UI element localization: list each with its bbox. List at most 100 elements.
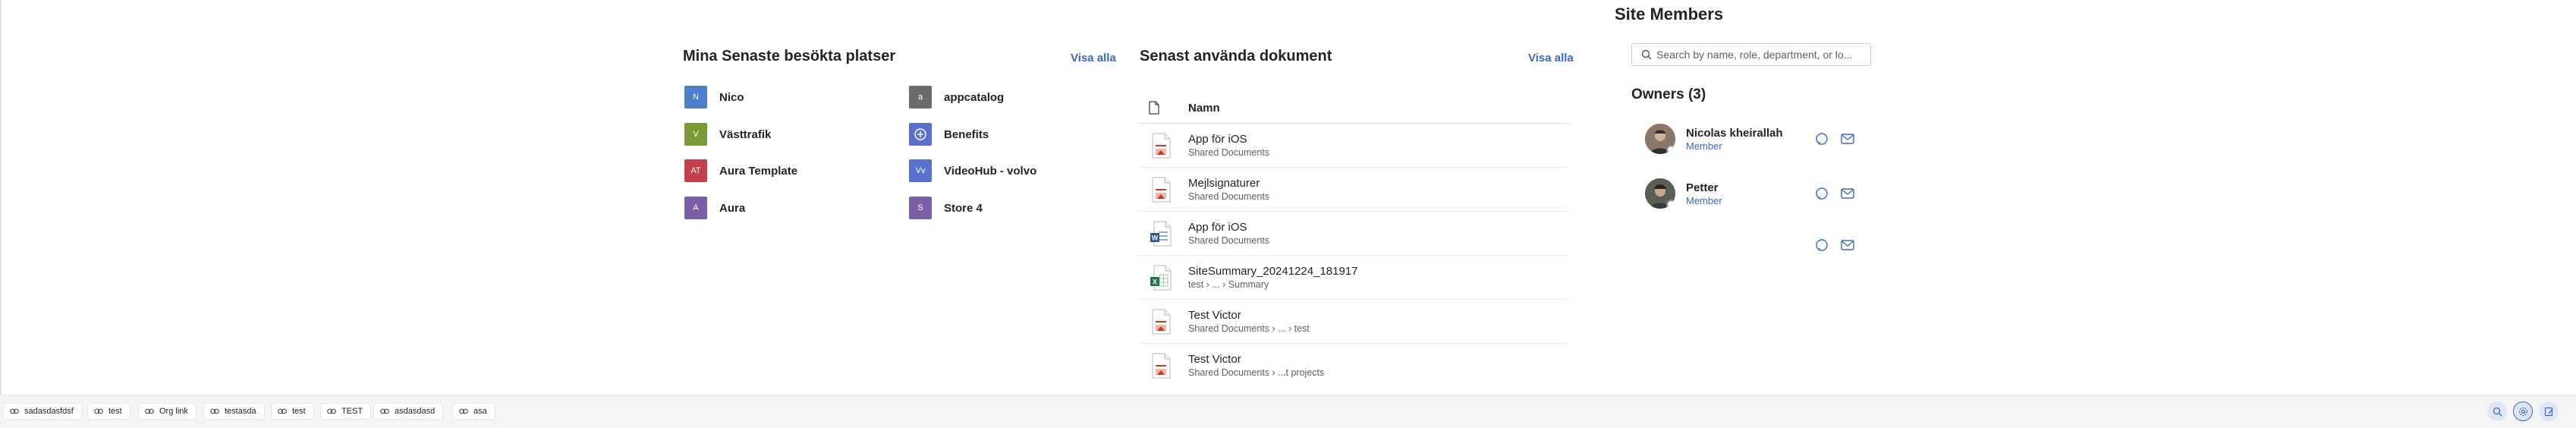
chat-icon[interactable] xyxy=(1814,132,1829,146)
document-path: Shared Documents › ...t projects xyxy=(1188,367,1325,378)
member-role: Member xyxy=(1686,194,1722,206)
place-label: Nico xyxy=(719,90,744,104)
member-search-box xyxy=(1631,43,1871,66)
place-label: Store 4 xyxy=(944,201,983,215)
member-name[interactable]: Nicolas kheirallah xyxy=(1686,126,1783,140)
recent-documents-title: Senast använda dokument xyxy=(1140,48,1332,65)
file-type-header-icon xyxy=(1146,101,1162,115)
chat-icon[interactable] xyxy=(1814,187,1829,200)
footer-link-label: asa xyxy=(473,407,487,416)
place-item-store-4[interactable]: S Store 4 xyxy=(909,197,983,219)
document-row[interactable]: App för iOS Shared Documents xyxy=(1138,124,1571,168)
document-row[interactable]: X SiteSummary_20241224_181917 test › ... … xyxy=(1138,256,1571,300)
link-icon xyxy=(459,408,468,414)
place-label: Benefits xyxy=(944,127,989,141)
recent-places-see-all-link[interactable]: Visa alla xyxy=(1071,52,1116,65)
presence-status-icon xyxy=(1666,200,1675,209)
benefits-logo-icon xyxy=(909,123,932,146)
document-row[interactable]: Test Victor Shared Documents › ... › test xyxy=(1138,300,1571,344)
document-path: test › ... › Summary xyxy=(1188,279,1269,290)
powerpoint-file-icon xyxy=(1146,133,1176,159)
mail-icon[interactable] xyxy=(1840,132,1855,146)
site-logo-icon: a xyxy=(909,86,932,109)
recent-places-title: Mina Senaste besökta platser xyxy=(683,48,896,65)
link-icon xyxy=(10,408,19,414)
document-title: App för iOS xyxy=(1188,132,1247,146)
search-button[interactable] xyxy=(2487,401,2507,421)
member-actions xyxy=(1814,238,1855,252)
mail-icon[interactable] xyxy=(1840,238,1855,252)
member-actions xyxy=(1814,187,1855,200)
member-search-input[interactable] xyxy=(1652,49,1861,61)
site-logo-icon: S xyxy=(909,197,932,219)
site-logo-icon: Vv xyxy=(909,159,932,182)
site-logo-icon: V xyxy=(684,123,707,146)
member-item[interactable]: Nicolas kheirallah Member xyxy=(1645,124,1783,154)
place-item-benefits[interactable]: Benefits xyxy=(909,123,989,146)
footer-link-label: test xyxy=(109,407,122,416)
settings-button[interactable] xyxy=(2513,401,2533,421)
place-item-vasttrafik[interactable]: V Västtrafik xyxy=(684,123,771,146)
place-label: VideoHub - volvo xyxy=(944,164,1037,178)
owners-heading: Owners (3) xyxy=(1631,87,1706,102)
powerpoint-file-icon xyxy=(1146,353,1176,379)
edit-button[interactable] xyxy=(2539,401,2559,421)
footer-link-label: sadasdasfdsf xyxy=(24,407,74,416)
footer-link-label: Org link xyxy=(159,407,188,416)
document-title: App för iOS xyxy=(1188,220,1247,234)
recent-documents-see-all-link[interactable]: Visa alla xyxy=(1528,52,1574,65)
footer-link[interactable]: Org link xyxy=(138,403,197,420)
place-item-videohub-volvo[interactable]: Vv VideoHub - volvo xyxy=(909,159,1036,182)
document-path: Shared Documents xyxy=(1188,146,1270,158)
footer-link[interactable]: asa xyxy=(452,403,495,420)
document-row[interactable]: Test Victor Shared Documents › ...t proje… xyxy=(1138,344,1571,387)
member-item[interactable]: Petter Member xyxy=(1645,178,1722,209)
footer-link[interactable]: testasda xyxy=(203,403,265,420)
place-item-aura-template[interactable]: AT Aura Template xyxy=(684,159,797,182)
excel-file-icon: X xyxy=(1146,265,1176,291)
link-icon xyxy=(278,408,287,414)
chat-icon[interactable] xyxy=(1814,238,1829,252)
powerpoint-file-icon xyxy=(1146,177,1176,203)
link-icon xyxy=(145,408,154,414)
document-title: Test Victor xyxy=(1188,352,1241,366)
link-icon xyxy=(210,408,219,414)
gear-icon xyxy=(2518,407,2527,416)
svg-text:W: W xyxy=(1152,234,1159,241)
member-name[interactable]: Petter xyxy=(1686,181,1722,195)
site-logo-icon: A xyxy=(684,197,707,219)
footer-link[interactable]: test xyxy=(87,403,131,420)
avatar xyxy=(1645,124,1675,154)
left-divider xyxy=(0,0,2,395)
document-title: Test Victor xyxy=(1188,308,1241,322)
place-label: Västtrafik xyxy=(719,127,772,141)
document-row[interactable]: W App för iOS Shared Documents xyxy=(1138,212,1571,256)
footer-link[interactable]: sadasdasfdsf xyxy=(3,403,82,420)
avatar xyxy=(1645,178,1675,209)
place-item-aura[interactable]: A Aura xyxy=(684,197,745,219)
footer-link[interactable]: test xyxy=(271,403,314,420)
footer-link[interactable]: TEST xyxy=(320,403,372,420)
member-role: Member xyxy=(1686,140,1722,152)
place-item-nico[interactable]: N Nico xyxy=(684,86,744,109)
link-icon xyxy=(94,408,103,414)
place-item-appcatalog[interactable]: a appcatalog xyxy=(909,86,1004,109)
place-label: appcatalog xyxy=(944,90,1005,104)
documents-header-row: Namn xyxy=(1138,93,1571,124)
word-file-icon: W xyxy=(1146,221,1176,247)
document-title: Mejlsignaturer xyxy=(1188,176,1260,190)
document-path: Shared Documents › ... › test xyxy=(1188,323,1310,334)
search-icon xyxy=(1641,49,1652,60)
document-title: SiteSummary_20241224_181917 xyxy=(1188,264,1358,278)
footer-link-label: TEST xyxy=(341,407,363,416)
name-column-header[interactable]: Namn xyxy=(1188,102,1220,115)
site-logo-icon: AT xyxy=(684,159,707,182)
edit-icon xyxy=(2544,407,2553,416)
mail-icon[interactable] xyxy=(1840,187,1855,200)
powerpoint-file-icon xyxy=(1146,309,1176,335)
document-row[interactable]: Mejlsignaturer Shared Documents xyxy=(1138,168,1571,212)
footer-link[interactable]: asdasdasd xyxy=(373,403,444,420)
site-members-title: Site Members xyxy=(1615,5,1724,24)
svg-text:X: X xyxy=(1153,278,1157,285)
member-actions xyxy=(1814,132,1855,146)
